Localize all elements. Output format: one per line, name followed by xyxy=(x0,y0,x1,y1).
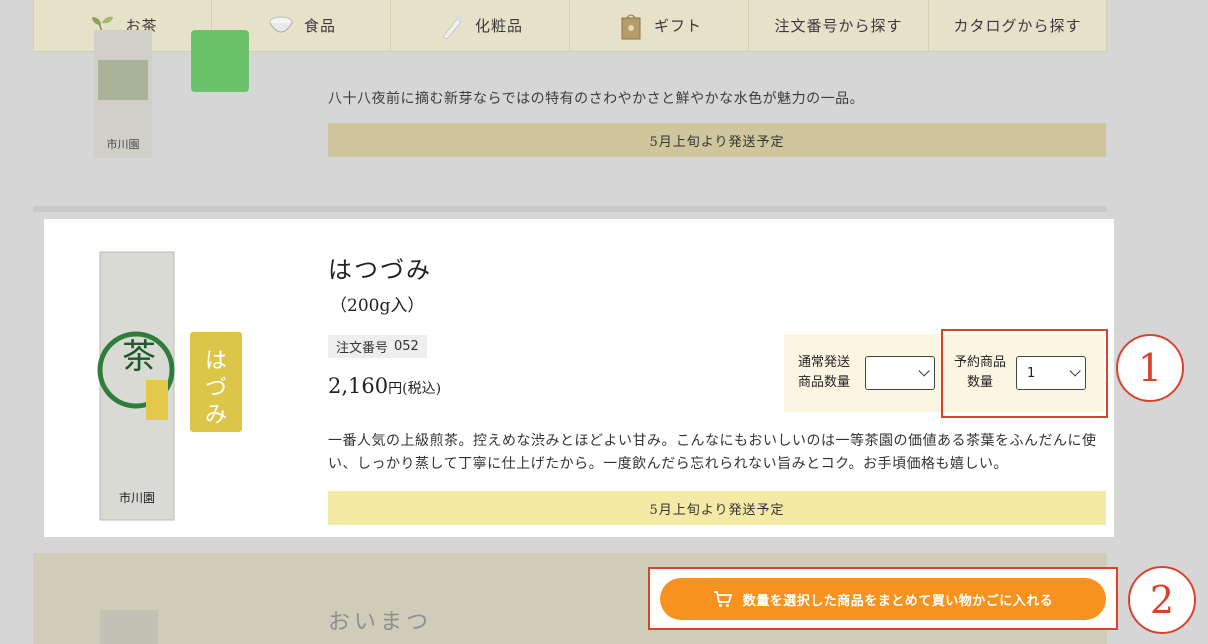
normal-qty-label-line1: 通常発送 xyxy=(798,355,851,370)
svg-text:み: み xyxy=(205,403,227,428)
svg-text:茶: 茶 xyxy=(122,337,156,377)
product-image-prev: 市川園 xyxy=(94,30,152,158)
order-number-label: 注文番号 xyxy=(336,341,389,356)
svg-text:市川園: 市川園 xyxy=(119,490,155,505)
add-selected-to-cart-button[interactable]: 数量を選択した商品をまとめて買い物かごに入れる xyxy=(660,578,1106,620)
nav-item-cosmetics[interactable]: 化粧品 xyxy=(391,0,570,51)
product-title-next: おいまつ xyxy=(328,610,433,635)
nav-item-gift[interactable]: ギフト xyxy=(570,0,749,51)
normal-qty-label-line2: 商品数量 xyxy=(798,375,851,390)
normal-qty-select[interactable] xyxy=(865,356,935,390)
cart-icon xyxy=(713,591,732,607)
product-title: はつづみ xyxy=(328,256,432,284)
price-value: 2,160 xyxy=(328,374,389,398)
normal-qty-label: 通常発送 商品数量 xyxy=(798,353,850,393)
nav-item-label: 注文番号から探す xyxy=(774,17,903,35)
step-marker-1: 1 xyxy=(1116,334,1184,402)
product-size: （200g入） xyxy=(330,296,425,316)
price-unit: 円(税込) xyxy=(388,381,442,397)
svg-text:市川園: 市川園 xyxy=(107,137,140,151)
product-image: 茶 市川園 は づ み xyxy=(97,251,242,521)
product-description-prev: 八十八夜前に摘む新芽ならではの特有のさわやかさと鮮やかな水色が魅力の一品。 xyxy=(328,91,865,107)
highlight-box-reserve-qty xyxy=(941,329,1108,418)
step-marker-2: 2 xyxy=(1128,566,1196,634)
shipping-bar-prev: 5月上旬より発送予定 xyxy=(328,123,1106,157)
order-number-value: 052 xyxy=(394,339,419,354)
svg-text:は: は xyxy=(205,349,227,374)
bowl-icon xyxy=(269,16,293,32)
shipping-bar: 5月上旬より発送予定 xyxy=(328,491,1106,525)
nav-item-label: ギフト xyxy=(653,17,702,35)
product-image-next xyxy=(100,610,158,644)
cosmetic-tube-icon xyxy=(442,13,464,40)
cart-button-label: 数量を選択した商品をまとめて買い物かごに入れる xyxy=(742,593,1054,609)
nav-item-search-by-catalog[interactable]: カタログから探す xyxy=(929,0,1107,51)
gift-bag-icon xyxy=(621,14,641,39)
nav-item-label: 化粧品 xyxy=(474,17,523,35)
product-description: 一番人気の上級煎茶。控えめな渋みとほどよい甘み。こんなにもおいしいのは一等茶園の… xyxy=(328,433,1097,472)
divider xyxy=(33,206,1107,212)
nav-item-label: カタログから探す xyxy=(953,17,1082,35)
nav-item-label: 食品 xyxy=(303,17,336,35)
svg-text:づ: づ xyxy=(205,376,227,401)
chevron-down-icon xyxy=(918,365,930,377)
nav-item-search-by-order-number[interactable]: 注文番号から探す xyxy=(749,0,929,51)
product-badge-prev xyxy=(191,30,249,92)
product-price: 2,160円(税込) xyxy=(328,374,441,398)
order-number-badge: 注文番号 052 xyxy=(328,335,427,358)
